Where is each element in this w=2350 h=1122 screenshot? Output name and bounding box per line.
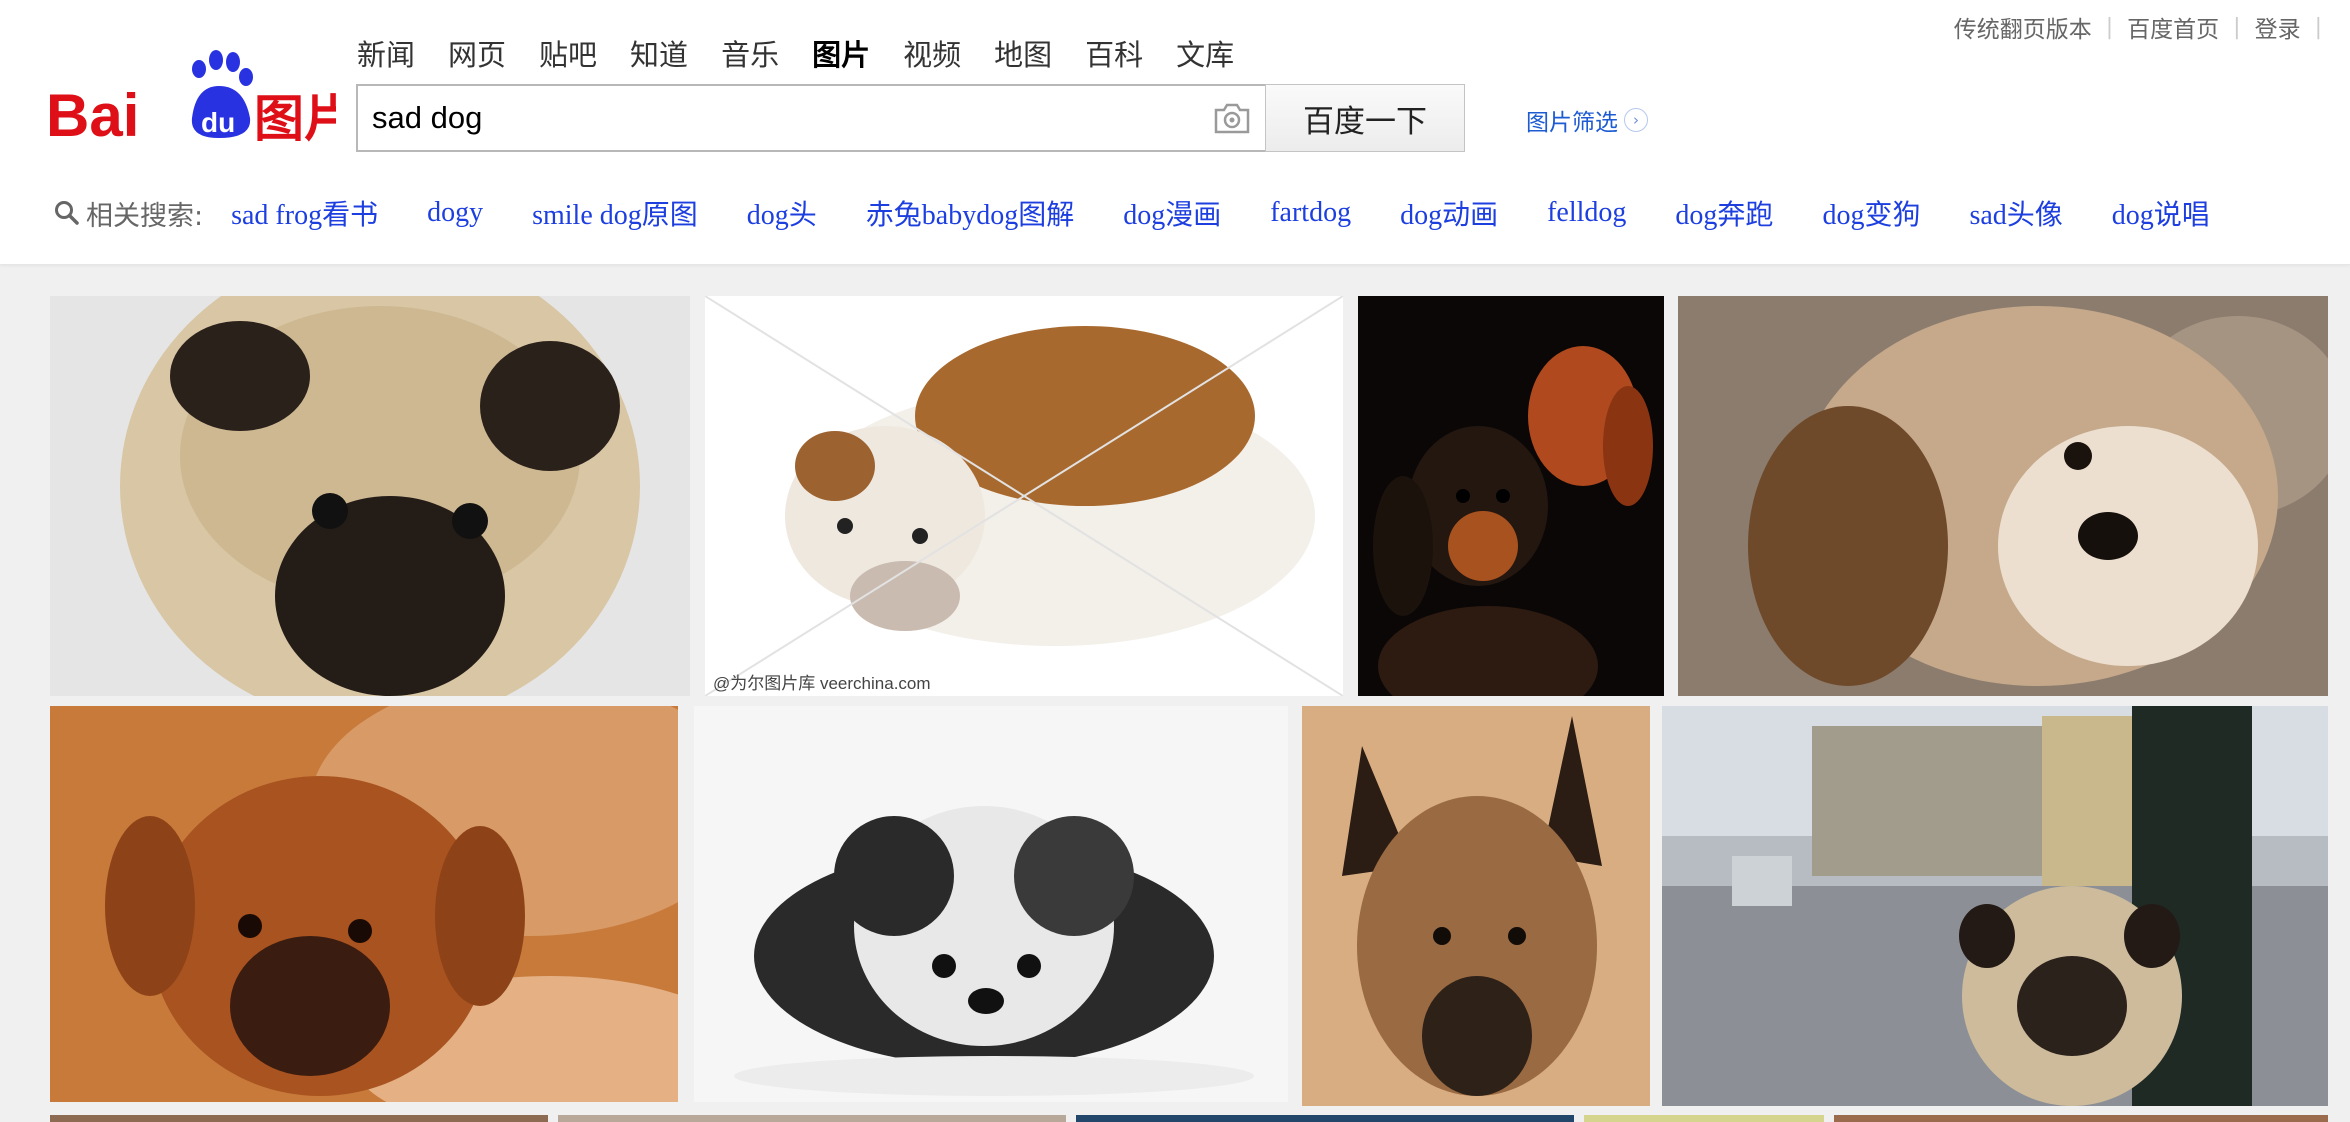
image-thumbnail[interactable]: [694, 706, 1288, 1102]
bulldog-image: [705, 296, 1343, 696]
image-watermark: @为尔图片库 veerchina.com: [713, 674, 931, 693]
related-item[interactable]: dog动画: [1400, 193, 1498, 233]
shih-tzu-image: [694, 706, 1288, 1102]
search-icon: [55, 201, 79, 225]
related-item[interactable]: felldog: [1547, 197, 1626, 229]
image-thumbnail[interactable]: [1358, 296, 1664, 696]
related-item[interactable]: 赤兔babydog图解: [866, 193, 1074, 233]
search-input[interactable]: [372, 94, 1192, 142]
nav-web[interactable]: 网页: [448, 32, 506, 74]
login-link[interactable]: 登录: [2255, 10, 2301, 44]
beagle-image: [1678, 296, 2328, 696]
related-searches: 相关搜索: sad frog看书 dogy smile dog原图 dog头 赤…: [54, 193, 2259, 233]
nav-zhidao[interactable]: 知道: [630, 32, 688, 74]
baidu-image-logo[interactable]: Bai du 图片: [46, 42, 336, 152]
image-thumbnail[interactable]: [50, 296, 690, 696]
related-item[interactable]: dog头: [747, 193, 817, 233]
related-item[interactable]: fartdog: [1270, 197, 1351, 229]
divider: |: [2233, 14, 2241, 40]
image-thumbnail[interactable]: @为尔图片库 veerchina.com: [705, 296, 1343, 696]
pug-image: [50, 296, 690, 696]
image-thumbnail[interactable]: [1076, 1115, 1574, 1122]
related-item[interactable]: sad头像: [1969, 193, 2062, 233]
image-thumbnail[interactable]: [1584, 1115, 1824, 1122]
nav-bar: 新闻 网页 贴吧 知道 音乐 图片 视频 地图 百科 文库: [357, 32, 1267, 74]
nav-images[interactable]: 图片: [812, 32, 870, 74]
image-thumbnail[interactable]: [558, 1115, 1066, 1122]
related-item[interactable]: dogy: [427, 197, 483, 229]
logo-du: du: [201, 107, 235, 138]
image-thumbnail[interactable]: [50, 1115, 548, 1122]
divider: |: [2105, 14, 2114, 40]
nav-video[interactable]: 视频: [903, 32, 961, 74]
related-item[interactable]: dog说唱: [2112, 193, 2210, 233]
search-box: [356, 84, 1265, 152]
divider: |: [2314, 14, 2322, 40]
related-item[interactable]: smile dog原图: [532, 193, 698, 233]
dachshund-image: [1358, 296, 1664, 696]
image-thumbnail[interactable]: [1678, 296, 2328, 696]
related-item[interactable]: dog漫画: [1123, 193, 1221, 233]
nav-music[interactable]: 音乐: [721, 32, 779, 74]
image-thumbnail[interactable]: [1662, 706, 2328, 1106]
malinois-image: [1302, 706, 1650, 1106]
nav-wenku[interactable]: 文库: [1176, 32, 1234, 74]
related-item[interactable]: sad frog看书: [231, 193, 378, 233]
image-thumbnail[interactable]: [1302, 706, 1650, 1106]
header: 传统翻页版本 | 百度首页 | 登录 | Bai du 图片 新闻 网页 贴吧 …: [0, 0, 2350, 265]
baidu-home-link[interactable]: 百度首页: [2127, 10, 2219, 44]
nav-news[interactable]: 新闻: [357, 32, 415, 74]
top-links: 传统翻页版本 | 百度首页 | 登录 |: [1954, 10, 2336, 44]
image-thumbnail[interactable]: [50, 706, 678, 1102]
related-item[interactable]: dog变狗: [1822, 193, 1920, 233]
related-searches-label: 相关搜索:: [86, 200, 204, 232]
image-thumbnail[interactable]: [1834, 1115, 2328, 1122]
boxer-image: [50, 706, 678, 1102]
pug-street-image: [1662, 706, 2328, 1106]
camera-icon[interactable]: [1213, 101, 1251, 135]
chevron-right-icon: ›: [1624, 108, 1648, 132]
image-filter-link[interactable]: 图片筛选 ›: [1526, 103, 1648, 137]
image-filter-label: 图片筛选: [1526, 110, 1618, 136]
nav-map[interactable]: 地图: [994, 32, 1052, 74]
logo-product: 图片: [254, 90, 336, 148]
related-item[interactable]: dog奔跑: [1675, 193, 1773, 233]
classic-version-link[interactable]: 传统翻页版本: [1954, 10, 2092, 44]
logo-text: Bai: [46, 82, 139, 149]
nav-baike[interactable]: 百科: [1085, 32, 1143, 74]
search-button[interactable]: 百度一下: [1265, 84, 1465, 152]
nav-tieba[interactable]: 贴吧: [539, 32, 597, 74]
